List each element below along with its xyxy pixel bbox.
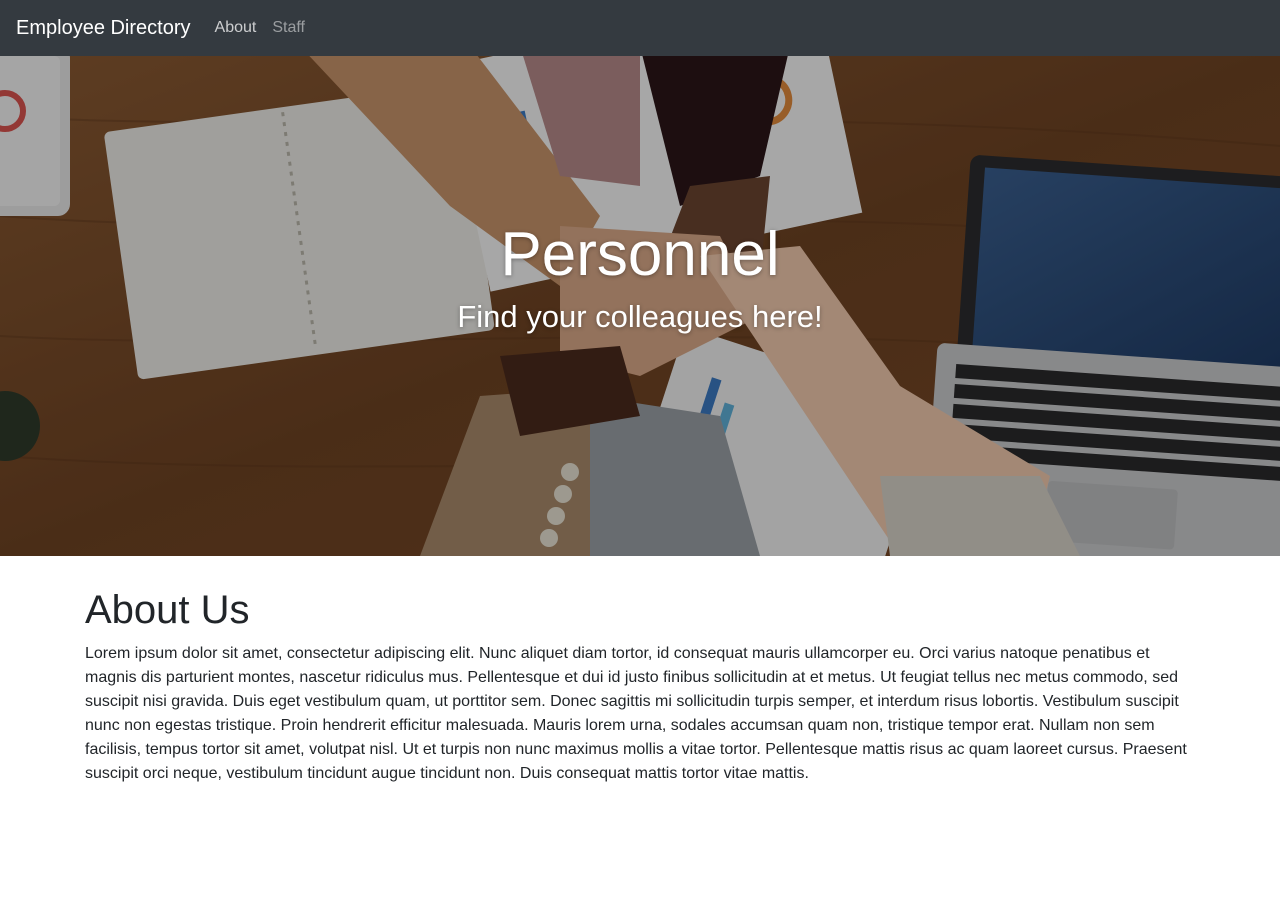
- hero-text-block: Personnel Find your colleagues here!: [0, 56, 1280, 556]
- hero-banner: Personnel Find your colleagues here!: [0, 56, 1280, 556]
- navbar: Employee Directory About Staff: [0, 0, 1280, 56]
- about-heading: About Us: [85, 588, 250, 632]
- hero-subtitle: Find your colleagues here!: [457, 298, 823, 334]
- about-paragraph: Lorem ipsum dolor sit amet, consectetur …: [85, 645, 1187, 782]
- nav-link-about[interactable]: About: [215, 19, 257, 37]
- nav-link-staff[interactable]: Staff: [272, 19, 305, 37]
- hero-title: Personnel: [500, 220, 780, 290]
- brand-link[interactable]: Employee Directory: [16, 17, 191, 40]
- about-section: About Us Lorem ipsum dolor sit amet, con…: [85, 586, 1195, 786]
